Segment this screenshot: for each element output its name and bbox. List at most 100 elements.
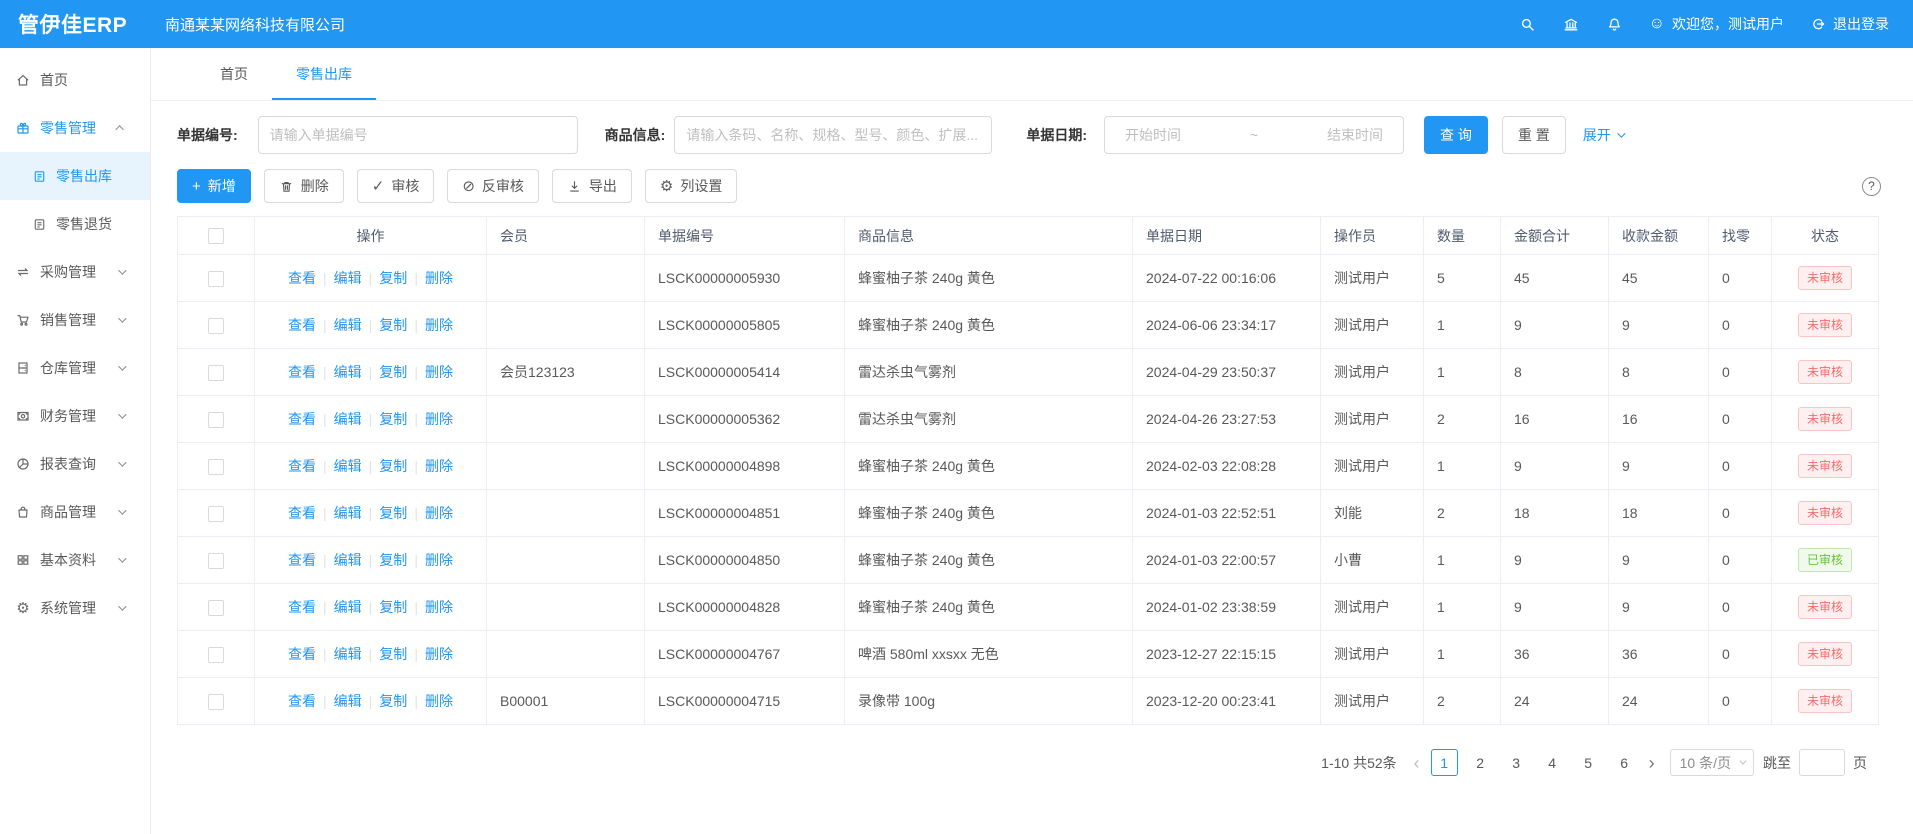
finance-icon [15, 408, 31, 424]
row-action-view[interactable]: 查看 [288, 364, 316, 380]
product-info-input[interactable] [674, 116, 992, 154]
row-checkbox[interactable] [208, 647, 224, 663]
row-action-delete[interactable]: 删除 [425, 458, 453, 474]
row-action-copy[interactable]: 复制 [379, 458, 407, 474]
row-actions-cell: 查看|编辑|复制|删除 [255, 678, 487, 725]
row-action-copy[interactable]: 复制 [379, 364, 407, 380]
row-action-view[interactable]: 查看 [288, 270, 316, 286]
page-number-3[interactable]: 3 [1503, 749, 1530, 776]
sidebar-item-sales-management[interactable]: 销售管理 [0, 296, 150, 344]
page-size-select[interactable]: 10 条/页 [1670, 749, 1754, 776]
row-action-copy[interactable]: 复制 [379, 270, 407, 286]
row-action-delete[interactable]: 删除 [425, 270, 453, 286]
row-checkbox[interactable] [208, 412, 224, 428]
operator-cell: 小曹 [1321, 537, 1424, 584]
page-number-1[interactable]: 1 [1431, 749, 1458, 776]
row-action-edit[interactable]: 编辑 [334, 646, 362, 662]
sidebar-item-warehouse-management[interactable]: 仓库管理 [0, 344, 150, 392]
row-action-delete[interactable]: 删除 [425, 599, 453, 615]
search-icon[interactable] [1519, 16, 1536, 33]
row-action-delete[interactable]: 删除 [425, 411, 453, 427]
prev-page-icon[interactable]: ‹ [1412, 754, 1422, 772]
row-action-view[interactable]: 查看 [288, 646, 316, 662]
select-all-checkbox[interactable] [208, 228, 224, 244]
reset-button[interactable]: 重 置 [1502, 116, 1566, 154]
row-action-view[interactable]: 查看 [288, 552, 316, 568]
help-icon[interactable]: ? [1862, 177, 1881, 196]
row-action-copy[interactable]: 复制 [379, 693, 407, 709]
bill-no-input[interactable] [258, 116, 578, 154]
row-action-view[interactable]: 查看 [288, 458, 316, 474]
page-number-6[interactable]: 6 [1611, 749, 1638, 776]
row-checkbox[interactable] [208, 506, 224, 522]
sidebar-item-purchase-management[interactable]: 采购管理 [0, 248, 150, 296]
sidebar-item-retail-return[interactable]: 零售退货 [0, 200, 150, 248]
jump-page-input[interactable] [1799, 749, 1845, 776]
row-action-copy[interactable]: 复制 [379, 505, 407, 521]
row-action-delete[interactable]: 删除 [425, 364, 453, 380]
row-action-view[interactable]: 查看 [288, 693, 316, 709]
row-action-edit[interactable]: 编辑 [334, 317, 362, 333]
page-number-2[interactable]: 2 [1467, 749, 1494, 776]
row-action-view[interactable]: 查看 [288, 411, 316, 427]
tab-home[interactable]: 首页 [196, 48, 272, 100]
row-action-copy[interactable]: 复制 [379, 646, 407, 662]
notification-bell-icon[interactable] [1606, 16, 1623, 33]
page-number-4[interactable]: 4 [1539, 749, 1566, 776]
row-checkbox[interactable] [208, 271, 224, 287]
date-range-input[interactable]: 开始时间 ~ 结束时间 [1104, 116, 1404, 154]
sidebar-item-home[interactable]: 首页 [0, 56, 150, 104]
row-checkbox[interactable] [208, 318, 224, 334]
sidebar-item-basic-data[interactable]: 基本资料 [0, 536, 150, 584]
row-action-copy[interactable]: 复制 [379, 552, 407, 568]
expand-link[interactable]: 展开 [1583, 125, 1623, 145]
date-end-placeholder: 结束时间 [1327, 125, 1383, 145]
row-action-copy[interactable]: 复制 [379, 317, 407, 333]
export-button[interactable]: 导出 [552, 169, 632, 203]
chevron-down-icon [118, 554, 126, 562]
audit-button[interactable]: ✓ 审核 [357, 169, 435, 203]
sidebar-item-system-management[interactable]: ⚙ 系统管理 [0, 584, 150, 632]
row-action-edit[interactable]: 编辑 [334, 599, 362, 615]
row-action-edit[interactable]: 编辑 [334, 364, 362, 380]
row-action-edit[interactable]: 编辑 [334, 411, 362, 427]
row-action-edit[interactable]: 编辑 [334, 505, 362, 521]
next-page-icon[interactable]: › [1647, 754, 1657, 772]
row-action-edit[interactable]: 编辑 [334, 693, 362, 709]
sidebar-item-retail-management[interactable]: 零售管理 [0, 104, 150, 152]
sidebar-item-retail-outbound[interactable]: 零售出库 [0, 152, 150, 200]
sidebar-item-goods-management[interactable]: 商品管理 [0, 488, 150, 536]
row-checkbox[interactable] [208, 553, 224, 569]
delete-button[interactable]: 删除 [264, 169, 344, 203]
page-number-5[interactable]: 5 [1575, 749, 1602, 776]
row-action-delete[interactable]: 删除 [425, 505, 453, 521]
row-action-delete[interactable]: 删除 [425, 317, 453, 333]
row-action-view[interactable]: 查看 [288, 317, 316, 333]
bank-icon[interactable] [1562, 16, 1580, 33]
sidebar-item-report-query[interactable]: 报表查询 [0, 440, 150, 488]
row-action-edit[interactable]: 编辑 [334, 552, 362, 568]
unaudit-button[interactable]: ⊘ 反审核 [447, 169, 539, 203]
row-action-edit[interactable]: 编辑 [334, 458, 362, 474]
add-button[interactable]: + 新增 [177, 169, 251, 203]
row-action-copy[interactable]: 复制 [379, 411, 407, 427]
row-action-edit[interactable]: 编辑 [334, 270, 362, 286]
row-action-delete[interactable]: 删除 [425, 693, 453, 709]
row-action-copy[interactable]: 复制 [379, 599, 407, 615]
sidebar-item-finance-management[interactable]: 财务管理 [0, 392, 150, 440]
row-action-delete[interactable]: 删除 [425, 646, 453, 662]
col-header-date: 单据日期 [1133, 217, 1321, 255]
tab-retail-outbound[interactable]: 零售出库 [272, 48, 376, 100]
row-action-view[interactable]: 查看 [288, 599, 316, 615]
row-checkbox[interactable] [208, 694, 224, 710]
row-action-delete[interactable]: 删除 [425, 552, 453, 568]
user-welcome[interactable]: ☺ 欢迎您，测试用户 [1649, 14, 1784, 34]
column-settings-button[interactable]: ⚙ 列设置 [645, 169, 737, 203]
row-checkbox[interactable] [208, 365, 224, 381]
row-action-view[interactable]: 查看 [288, 505, 316, 521]
qty-cell: 1 [1424, 584, 1501, 631]
logout-button[interactable]: 退出登录 [1810, 14, 1889, 34]
row-checkbox[interactable] [208, 600, 224, 616]
row-checkbox[interactable] [208, 459, 224, 475]
query-button[interactable]: 查 询 [1424, 116, 1488, 154]
